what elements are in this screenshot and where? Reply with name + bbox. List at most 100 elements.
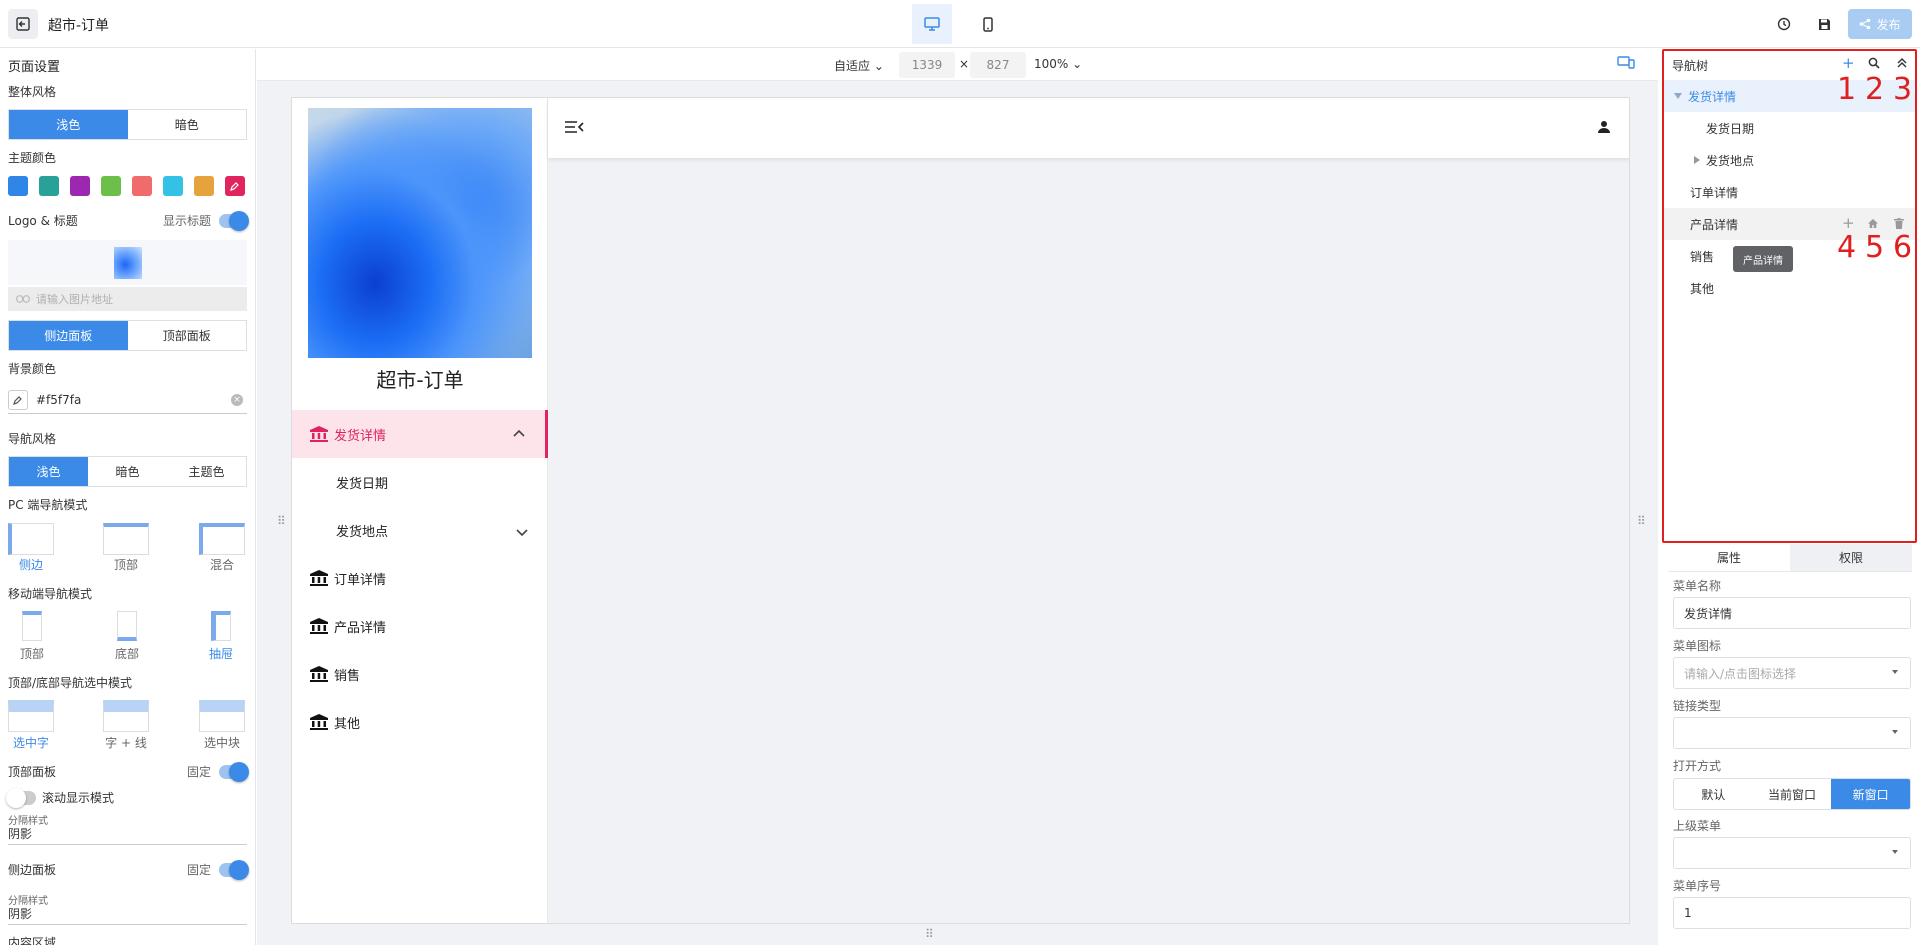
open-mode-toggle: 默认 当前窗口 新窗口 [1673,778,1911,810]
top-panel-label: 顶部面板 [8,765,57,779]
logo-preview[interactable] [8,240,247,285]
text-line-label: 字 + 线 [105,736,147,750]
preview-menu-label: 产品详情 [334,620,387,636]
selected-text-label: 选中字 [12,736,49,750]
menu-icon-select[interactable]: 请输入/点击图标选择 [1673,657,1911,689]
open-mode-default-button[interactable]: 默认 [1674,779,1753,809]
show-title-label: 显示标题 [163,214,212,228]
parent-menu-select[interactable] [1673,837,1911,869]
menu-fold-icon[interactable] [564,120,584,137]
dropdown-arrow-icon [1892,730,1898,734]
preview-menu-shipping-location[interactable]: 发货地点 [292,506,548,554]
mobile-mode-bottom-icon[interactable] [117,611,137,641]
mobile-mode-bottom-label: 底部 [114,647,139,661]
menu-order-input[interactable]: 1 [1673,897,1911,929]
pc-mode-mixed-icon[interactable] [199,523,245,555]
bg-color-value: #f5f7fa [36,392,82,407]
link-type-select[interactable] [1673,717,1911,749]
zoom-select[interactable]: 100% ⌄ [1034,57,1082,71]
exit-icon[interactable] [8,9,38,39]
style-light-button[interactable]: 浅色 [9,110,128,139]
text-line-icon[interactable] [103,700,149,732]
menu-icon-placeholder: 请输入/点击图标选择 [1684,666,1797,681]
side-divider-style-value[interactable]: 阴影 [8,905,32,922]
preview-menu-label: 其他 [334,716,361,732]
side-divider-underline [8,924,247,925]
mobile-mode-drawer-icon[interactable] [211,611,231,641]
selected-text-icon[interactable] [8,700,54,732]
preview-menu-shipping-details[interactable]: 发货详情 [292,410,548,458]
annotation-number: 1 [1837,72,1857,107]
bottom-resize-handle[interactable]: ⠿ [925,927,934,941]
preview-menu-shipping-date[interactable]: 发货日期 [292,458,548,506]
canvas-height-input[interactable]: 827 [970,52,1026,78]
top-panel-button[interactable]: 顶部面板 [128,321,247,350]
left-resize-handle[interactable]: ⠿ [277,514,286,528]
history-icon[interactable] [1774,14,1794,34]
show-title-toggle[interactable] [219,211,249,231]
top-divider-style-value[interactable]: 阴影 [8,825,32,842]
chevron-up-icon [513,426,525,441]
bg-color-label: 背景颜色 [8,362,57,376]
theme-swatch-cyan[interactable] [163,176,183,196]
theme-swatch-teal[interactable] [39,176,59,196]
nav-style-light-button[interactable]: 浅色 [9,457,88,486]
user-icon[interactable] [1597,120,1611,137]
side-panel-button[interactable]: 侧边面板 [9,321,128,350]
save-icon[interactable] [1814,14,1834,34]
clear-icon[interactable]: × [231,393,243,406]
color-picker-icon[interactable] [8,389,28,410]
top-divider-underline [8,844,247,845]
scroll-mode-toggle[interactable] [6,788,36,808]
bg-color-input[interactable]: #f5f7fa × [8,386,247,414]
preview-menu-label: 订单详情 [334,572,387,588]
logo-title-label: Logo & 标题 [8,214,78,228]
desktop-view-icon[interactable] [912,4,952,44]
pc-mode-top-icon[interactable] [103,523,149,555]
theme-swatch-orange[interactable] [194,176,214,196]
overall-style-toggle: 浅色 暗色 [8,109,247,140]
preview-menu-product-details[interactable]: 产品详情 [292,602,548,650]
style-dark-button[interactable]: 暗色 [128,110,247,139]
bank-icon [308,615,330,637]
mobile-view-icon[interactable] [968,4,1008,44]
top-panel-fixed-toggle[interactable] [219,762,249,782]
tab-properties[interactable]: 属性 [1668,544,1790,571]
canvas-width-input[interactable]: 1339 [899,52,955,78]
mobile-mode-top-icon[interactable] [22,611,42,641]
right-resize-handle[interactable]: ⠿ [1637,514,1646,528]
menu-name-label: 菜单名称 [1673,579,1722,593]
publish-button[interactable]: 发布 [1848,9,1912,39]
tab-permissions[interactable]: 权限 [1790,544,1912,571]
preview-menu-other[interactable]: 其他 [292,698,548,746]
open-mode-label: 打开方式 [1673,759,1722,773]
publish-label: 发布 [1876,17,1901,32]
preview-menu-sales[interactable]: 销售 [292,650,548,698]
page-settings-title: 页面设置 [8,60,61,75]
nav-style-theme-button[interactable]: 主题色 [167,457,246,486]
pc-mode-side-label: 侧边 [18,558,43,572]
open-mode-current-button[interactable]: 当前窗口 [1753,779,1832,809]
theme-color-label: 主题颜色 [8,151,57,165]
menu-order-label: 菜单序号 [1673,879,1722,893]
selected-block-icon[interactable] [199,700,245,732]
open-mode-new-button[interactable]: 新窗口 [1831,779,1910,809]
theme-swatch-purple[interactable] [70,176,90,196]
eyedropper-icon[interactable] [225,176,245,196]
logo-url-placeholder: 请输入图片地址 [36,293,113,306]
theme-swatch-blue[interactable] [8,176,28,196]
responsive-icon[interactable] [1617,55,1635,72]
nav-style-dark-button[interactable]: 暗色 [88,457,167,486]
side-panel-fixed-toggle[interactable] [219,860,249,880]
theme-swatch-green[interactable] [101,176,121,196]
dropdown-arrow-icon [1892,670,1898,674]
bank-icon [308,663,330,685]
preview-app-title: 超市-订单 [376,368,464,392]
preview-menu-order-details[interactable]: 订单详情 [292,554,548,602]
pc-mode-side-icon[interactable] [8,523,54,555]
theme-swatch-red[interactable] [132,176,152,196]
logo-url-input[interactable]: 请输入图片地址 [8,287,247,311]
app-title: 超市-订单 [48,18,110,34]
fit-select[interactable]: 自适应 ⌄ [834,57,884,74]
menu-name-input[interactable]: 发货详情 [1673,597,1911,629]
